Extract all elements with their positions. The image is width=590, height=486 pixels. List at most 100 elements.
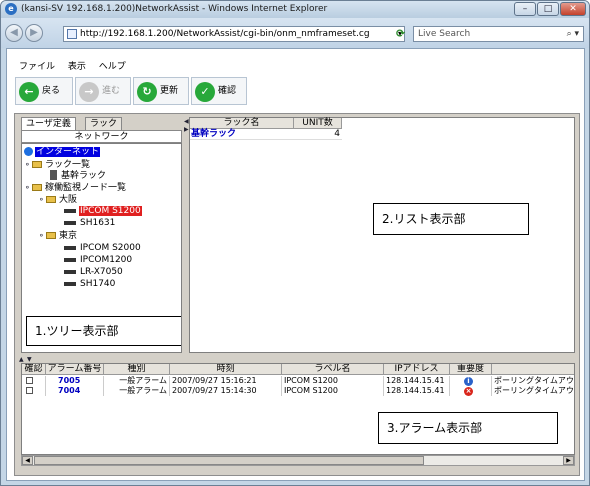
alarm-row-1-type: 一般アラーム	[104, 376, 170, 386]
alarm-row-1-label: IPCOM S1200	[282, 376, 384, 386]
tree-node-monitor-list[interactable]: ⚬ 稼働監視ノード一覧	[24, 182, 127, 193]
tree-node-lr-x7050[interactable]: LR-X7050	[64, 267, 124, 278]
cell-rack-name[interactable]: 基幹ラック	[190, 129, 294, 140]
url-text: http://192.168.1.200/NetworkAssist/cgi-b…	[80, 29, 370, 39]
address-bar[interactable]: http://192.168.1.200/NetworkAssist/cgi-b…	[63, 26, 405, 42]
alarm-row-2-number[interactable]: 7004	[46, 386, 104, 396]
column-header-rack-name[interactable]: ラック名	[190, 118, 294, 129]
minimize-button[interactable]: –	[514, 2, 536, 16]
tree-header: ネットワーク	[21, 130, 182, 143]
alarm-row-1-message: ポーリングタイムアウト	[494, 376, 575, 385]
column-header-severity[interactable]: 重要度	[450, 364, 492, 375]
column-header-ip[interactable]: IPアドレス	[384, 364, 450, 375]
tree-node-osaka[interactable]: ⚬ 大阪	[38, 194, 78, 205]
column-header-confirm[interactable]: 確認	[22, 364, 46, 375]
back-label: 戻る	[42, 86, 61, 96]
alarm-panel: 確認 アラーム番号 種別 時刻 ラベル名 IPアドレス 重要度 7005 一般ア…	[21, 363, 575, 455]
collapse-right-icon[interactable]: ▶	[184, 126, 189, 133]
menu-file[interactable]: ファイル	[19, 62, 55, 72]
scroll-right-icon[interactable]: ▶	[563, 456, 574, 465]
globe-icon	[24, 147, 33, 156]
tree-node-rack-list[interactable]: ⚬ ラック一覧	[24, 159, 91, 170]
alarm-row-2-label: IPCOM S1200	[282, 386, 384, 396]
column-header-message[interactable]	[492, 364, 574, 375]
refresh-circle-icon: ↻	[137, 82, 157, 102]
alarm-row-1-severity: i	[450, 376, 492, 386]
refresh-button[interactable]: ↻ 更新	[133, 77, 189, 105]
menu-help[interactable]: ヘルプ	[99, 62, 126, 72]
back-button[interactable]: ← 戻る	[15, 77, 73, 105]
checkbox[interactable]	[26, 387, 33, 394]
column-header-time[interactable]: 時刻	[170, 364, 282, 375]
refresh-icon[interactable]: ⟳	[396, 27, 405, 40]
horizontal-splitter[interactable]: ▲ ▼	[15, 356, 579, 363]
tree-node-ipcom1200[interactable]: IPCOM1200	[64, 255, 133, 266]
network-assist-applet: ユーザ定義 ラック ネットワーク インターネット ⚬ ラック一覧 基幹ラック ⚬ 稼…	[14, 113, 580, 476]
check-icon: ✓	[195, 82, 215, 102]
forward-button[interactable]: → 進む	[75, 77, 131, 105]
column-header-alarm-number[interactable]: アラーム番号	[46, 364, 104, 375]
page-icon	[67, 29, 77, 39]
collapse-down-icon[interactable]: ▼	[27, 356, 32, 363]
page-content: ファイル 表示 ヘルプ ← 戻る → 進む ↻ 更新 ✓ 確認 ユーザ定義 ラッ…	[6, 48, 585, 481]
alarm-row-2-time: 2007/09/27 15:14:30	[170, 386, 282, 396]
expand-icon[interactable]: ⚬	[24, 182, 32, 193]
info-icon: i	[464, 377, 473, 386]
folder-icon	[46, 196, 56, 203]
device-icon	[64, 281, 76, 286]
tab-rack[interactable]: ラック	[85, 117, 123, 130]
maximize-button[interactable]: □	[537, 2, 559, 16]
expand-icon[interactable]: ⚬	[38, 194, 46, 205]
tree-node-ipcom-s2000[interactable]: IPCOM S2000	[64, 243, 142, 254]
alarm-row-2-ip: 128.144.15.41	[384, 386, 450, 396]
column-header-type[interactable]: 種別	[104, 364, 170, 375]
column-header-unit-count[interactable]: UNIT数	[294, 118, 342, 129]
tree-node-core-rack[interactable]: 基幹ラック	[50, 170, 107, 181]
scroll-left-icon[interactable]: ◀	[22, 456, 33, 465]
tree-node-internet[interactable]: インターネット	[24, 147, 101, 158]
browser-window: e (kansi-SV 192.168.1.200)NetworkAssist …	[0, 0, 590, 486]
forward-nav-button[interactable]: ▶	[25, 24, 43, 42]
list-panel: ラック名 UNIT数 基幹ラック 4 2.リスト表示部	[189, 117, 575, 353]
alarm-annotation: 3.アラーム表示部	[378, 412, 558, 444]
close-button[interactable]: ✕	[560, 2, 586, 16]
alarm-row-2-message: ポーリングタイムアウト	[494, 386, 575, 395]
refresh-label: 更新	[160, 86, 179, 96]
confirm-button[interactable]: ✓ 確認	[191, 77, 247, 105]
device-icon	[64, 257, 76, 262]
search-input[interactable]: Live Search ⌕ ▾	[413, 26, 584, 42]
alarm-row-2-confirm-checkbox[interactable]	[22, 386, 46, 396]
scroll-thumb[interactable]	[34, 456, 424, 465]
device-icon	[64, 269, 76, 274]
tree-node-sh1740[interactable]: SH1740	[64, 279, 116, 290]
alarm-row-1-confirm-checkbox[interactable]	[22, 376, 46, 386]
collapse-left-icon[interactable]: ◀	[184, 118, 189, 125]
title-bar: e (kansi-SV 192.168.1.200)NetworkAssist …	[1, 1, 589, 18]
forward-label: 進む	[102, 86, 121, 96]
window-title: (kansi-SV 192.168.1.200)NetworkAssist - …	[21, 4, 328, 14]
back-nav-button[interactable]: ◀	[5, 24, 23, 42]
alarm-row-1-number[interactable]: 7005	[46, 376, 104, 386]
arrow-left-icon: ←	[19, 82, 39, 102]
folder-icon	[46, 232, 56, 239]
alarm-row-2-severity: ×	[450, 386, 492, 396]
device-icon	[64, 208, 76, 213]
device-icon	[64, 245, 76, 250]
tree-node-ipcom-s1200[interactable]: IPCOM S1200	[64, 206, 142, 217]
tree-node-tokyo[interactable]: ⚬ 東京	[38, 230, 78, 241]
cell-unit-count: 4	[294, 129, 342, 140]
tab-user-defined[interactable]: ユーザ定義	[21, 117, 76, 130]
horizontal-scrollbar[interactable]: ◀ ▶	[21, 455, 575, 466]
search-icon[interactable]: ⌕ ▾	[567, 27, 579, 41]
expand-icon[interactable]: ⚬	[38, 230, 46, 241]
menu-bar: ファイル 表示 ヘルプ	[19, 59, 136, 73]
tree-node-sh1631[interactable]: SH1631	[64, 218, 116, 229]
expand-icon[interactable]: ⚬	[24, 159, 32, 170]
checkbox[interactable]	[26, 377, 33, 384]
ie-icon: e	[5, 3, 17, 15]
search-placeholder: Live Search	[418, 29, 471, 39]
collapse-up-icon[interactable]: ▲	[19, 356, 24, 363]
column-header-label[interactable]: ラベル名	[282, 364, 384, 375]
tree-panel: インターネット ⚬ ラック一覧 基幹ラック ⚬ 稼働監視ノード一覧 ⚬ 大阪 IPCO…	[21, 143, 182, 353]
menu-view[interactable]: 表示	[68, 62, 86, 72]
